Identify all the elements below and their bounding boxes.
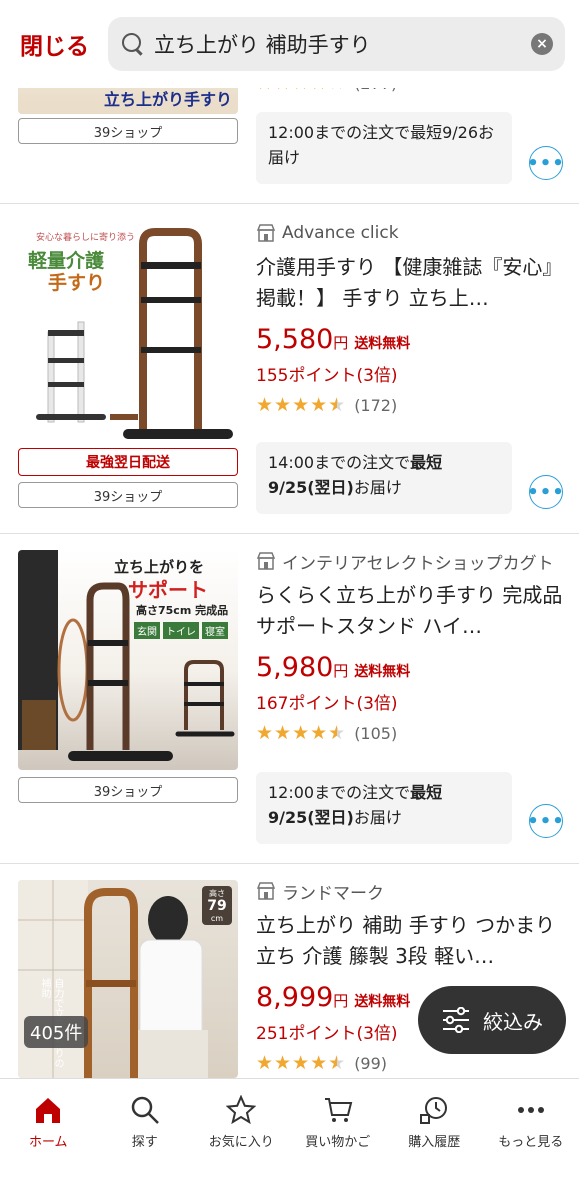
- price-row: 5,980 円 送料無料: [256, 652, 568, 683]
- yen-unit: 円: [333, 334, 349, 352]
- height-badge-unit: cm: [210, 914, 224, 923]
- nav-label: お気に入り: [208, 1135, 274, 1150]
- clear-icon[interactable]: ×: [531, 33, 553, 55]
- store-icon: [256, 224, 276, 242]
- delivery-info: 14:00までの注文で最短9/25(翌日)お届け: [256, 442, 512, 514]
- product-image[interactable]: 立ち上がりを サポート 高さ75cm 完成品 玄関 トイレ 寝室: [18, 550, 238, 770]
- nav-label: もっと見る: [498, 1135, 564, 1150]
- shop-name[interactable]: Advance click: [256, 220, 568, 246]
- yen-unit: 円: [333, 992, 349, 1010]
- product-item[interactable]: 安心な暮らしに寄り添う 軽量介護 手すり 最強翌日配送 39ショップ Advan…: [0, 204, 579, 534]
- thumb-tag: トイレ: [163, 622, 199, 639]
- nav-cart[interactable]: 買い物かご: [290, 1079, 387, 1200]
- product-title[interactable]: 介護用手すり 【健康雑誌『安心』掲載！】 手すり 立ち上…: [256, 252, 568, 314]
- nav-label: 探す: [131, 1135, 158, 1150]
- result-count-badge: 405件: [24, 1016, 89, 1048]
- delivery-text: 14:00までの注文で: [268, 453, 411, 472]
- nav-more[interactable]: もっと見る: [483, 1079, 579, 1200]
- thumb-caption: 高さ75cm 完成品: [136, 604, 229, 617]
- yen-unit: 円: [333, 662, 349, 680]
- shop-badge: 39ショップ: [18, 482, 238, 508]
- review-count: (105): [354, 723, 398, 743]
- filter-label: 絞込み: [483, 1009, 543, 1034]
- shop-name-label: Advance click: [282, 223, 399, 243]
- thumb-caption: 軽量介護: [28, 250, 105, 272]
- shop-badge: 39ショップ: [18, 118, 238, 144]
- shop-name-label: インテリアセレクトショップカグト: [282, 553, 554, 574]
- thumb-caption: 手すり: [48, 272, 106, 294]
- price: 5,580: [256, 324, 334, 355]
- search-query[interactable]: 立ち上がり 補助手すり: [154, 29, 531, 59]
- rating-stars: ★★★★★: [256, 722, 347, 744]
- more-options-button[interactable]: •••: [527, 804, 564, 838]
- points: 155ポイント(3倍): [256, 366, 398, 386]
- delivery-text: 12:00までの注文で: [268, 783, 411, 802]
- bottom-nav: ホーム 探す お気に入り 買い物かご 購入履歴 もっと見る: [0, 1078, 579, 1200]
- nav-label: ホーム: [28, 1135, 68, 1150]
- history-icon: [417, 1093, 451, 1127]
- points: 167ポイント(3倍): [256, 694, 398, 714]
- filter-icon: [443, 1007, 469, 1033]
- search-header: 閉じる 立ち上がり 補助手すり ×: [0, 0, 579, 88]
- delivery-text: お届け: [353, 478, 402, 497]
- free-shipping-label: 送料無料: [354, 336, 411, 352]
- price-row: 5,580 円 送料無料: [256, 324, 568, 355]
- search-icon: [128, 1093, 162, 1127]
- delivery-info: 12:00までの注文で最短9/25(翌日)お届け: [256, 772, 512, 844]
- product-image[interactable]: 高さ 79 cm 自力で立ち上がりの補助: [18, 880, 238, 1078]
- nav-label: 買い物かご: [305, 1135, 371, 1150]
- more-options-button[interactable]: •••: [527, 475, 564, 509]
- more-options-button[interactable]: •••: [527, 146, 564, 180]
- price: 5,980: [256, 652, 334, 683]
- product-item[interactable]: 立ち上がりを サポート 高さ75cm 完成品 玄関 トイレ 寝室 39ショップ …: [0, 534, 579, 864]
- rating: ★★★★★ (99): [256, 1052, 568, 1074]
- rating: ★★★★★ (172): [256, 394, 568, 416]
- cart-icon: [321, 1093, 355, 1127]
- delivery-info: 12:00までの注文で最短9/26お届け: [256, 112, 512, 184]
- nav-history[interactable]: 購入履歴: [386, 1079, 483, 1200]
- search-icon: [120, 31, 146, 57]
- thumb-caption: サポート: [128, 578, 208, 602]
- fast-shipping-badge: 最強翌日配送: [18, 448, 238, 476]
- delivery-text: お届け: [353, 808, 402, 827]
- nav-search[interactable]: 探す: [97, 1079, 194, 1200]
- rating-stars: ★★★★★: [256, 1052, 347, 1074]
- shop-name[interactable]: ランドマーク: [256, 878, 568, 904]
- product-title[interactable]: 立ち上がり 補助 手すり つかまり立ち 介護 籐製 3段 軽い…: [256, 910, 568, 972]
- review-count: (172): [354, 395, 398, 415]
- thumb-tags: 玄関 トイレ 寝室: [134, 622, 228, 639]
- shop-name[interactable]: インテリアセレクトショップカグト: [256, 548, 568, 574]
- nav-favorites[interactable]: お気に入り: [193, 1079, 290, 1200]
- shop-badge: 39ショップ: [18, 777, 238, 803]
- thumb-tag: 玄関: [134, 622, 160, 639]
- thumb-tag: 寝室: [202, 622, 228, 639]
- store-icon: [256, 552, 276, 570]
- free-shipping-label: 送料無料: [354, 994, 411, 1010]
- search-box[interactable]: 立ち上がり 補助手すり ×: [108, 17, 565, 71]
- rating-stars: ★★★★★: [256, 394, 347, 416]
- free-shipping-label: 送料無料: [354, 664, 411, 680]
- height-badge: 高さ 79 cm: [202, 886, 232, 925]
- filter-button[interactable]: 絞込み: [418, 986, 566, 1054]
- home-icon: [31, 1093, 65, 1127]
- close-button[interactable]: 閉じる: [20, 27, 102, 61]
- store-icon: [256, 882, 276, 900]
- review-count: (99): [354, 1053, 388, 1073]
- nav-label: 購入履歴: [408, 1135, 461, 1150]
- star-icon: [224, 1093, 258, 1127]
- product-image[interactable]: 安心な暮らしに寄り添う 軽量介護 手すり: [18, 222, 238, 442]
- height-badge-value: 79: [207, 898, 227, 914]
- price: 8,999: [256, 982, 334, 1013]
- nav-home[interactable]: ホーム: [0, 1079, 97, 1200]
- shop-name-label: ランドマーク: [282, 883, 384, 904]
- more-icon: [514, 1093, 548, 1127]
- thumb-caption: 安心な暮らしに寄り添う: [36, 233, 136, 243]
- rating: ★★★★★ (105): [256, 722, 568, 744]
- product-title[interactable]: らくらく立ち上がり手すり 完成品 サポートスタンド ハイ…: [256, 580, 568, 642]
- thumb-caption: 立ち上がり手すり: [103, 90, 232, 109]
